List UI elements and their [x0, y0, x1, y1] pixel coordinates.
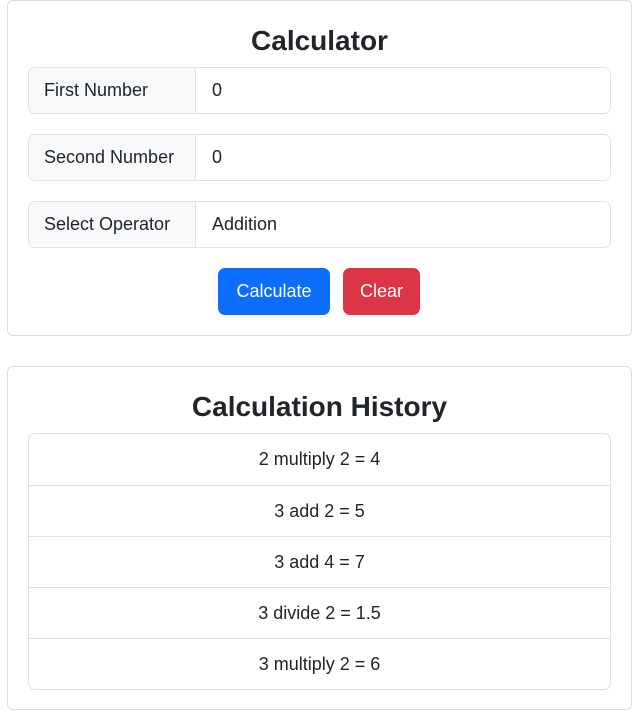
history-item: 3 divide 2 = 1.5 — [29, 587, 610, 638]
history-list: 2 multiply 2 = 4 3 add 2 = 5 3 add 4 = 7… — [28, 433, 611, 690]
operator-group: Select Operator Addition — [28, 201, 611, 248]
clear-button[interactable]: Clear — [343, 268, 420, 315]
second-number-group: Second Number 0 — [28, 134, 611, 181]
calculate-button[interactable]: Calculate — [218, 268, 330, 315]
history-item: 3 add 4 = 7 — [29, 536, 610, 587]
operator-select[interactable]: Addition — [196, 202, 610, 247]
history-title: Calculation History — [191, 391, 448, 422]
history-item: 3 multiply 2 = 6 — [29, 638, 610, 689]
calculator-card: Calculator First Number 0 Second Number … — [7, 0, 632, 336]
first-number-group: First Number 0 — [28, 67, 611, 114]
second-number-label: Second Number — [29, 135, 196, 180]
calculator-title: Calculator — [251, 25, 388, 56]
first-number-input[interactable]: 0 — [196, 68, 610, 113]
operator-label: Select Operator — [29, 202, 196, 247]
second-number-input[interactable]: 0 — [196, 135, 610, 180]
first-number-label: First Number — [29, 68, 196, 113]
history-card: Calculation History 2 multiply 2 = 4 3 a… — [7, 366, 632, 710]
history-item: 2 multiply 2 = 4 — [258, 449, 381, 469]
history-item: 3 add 2 = 5 — [29, 485, 610, 536]
